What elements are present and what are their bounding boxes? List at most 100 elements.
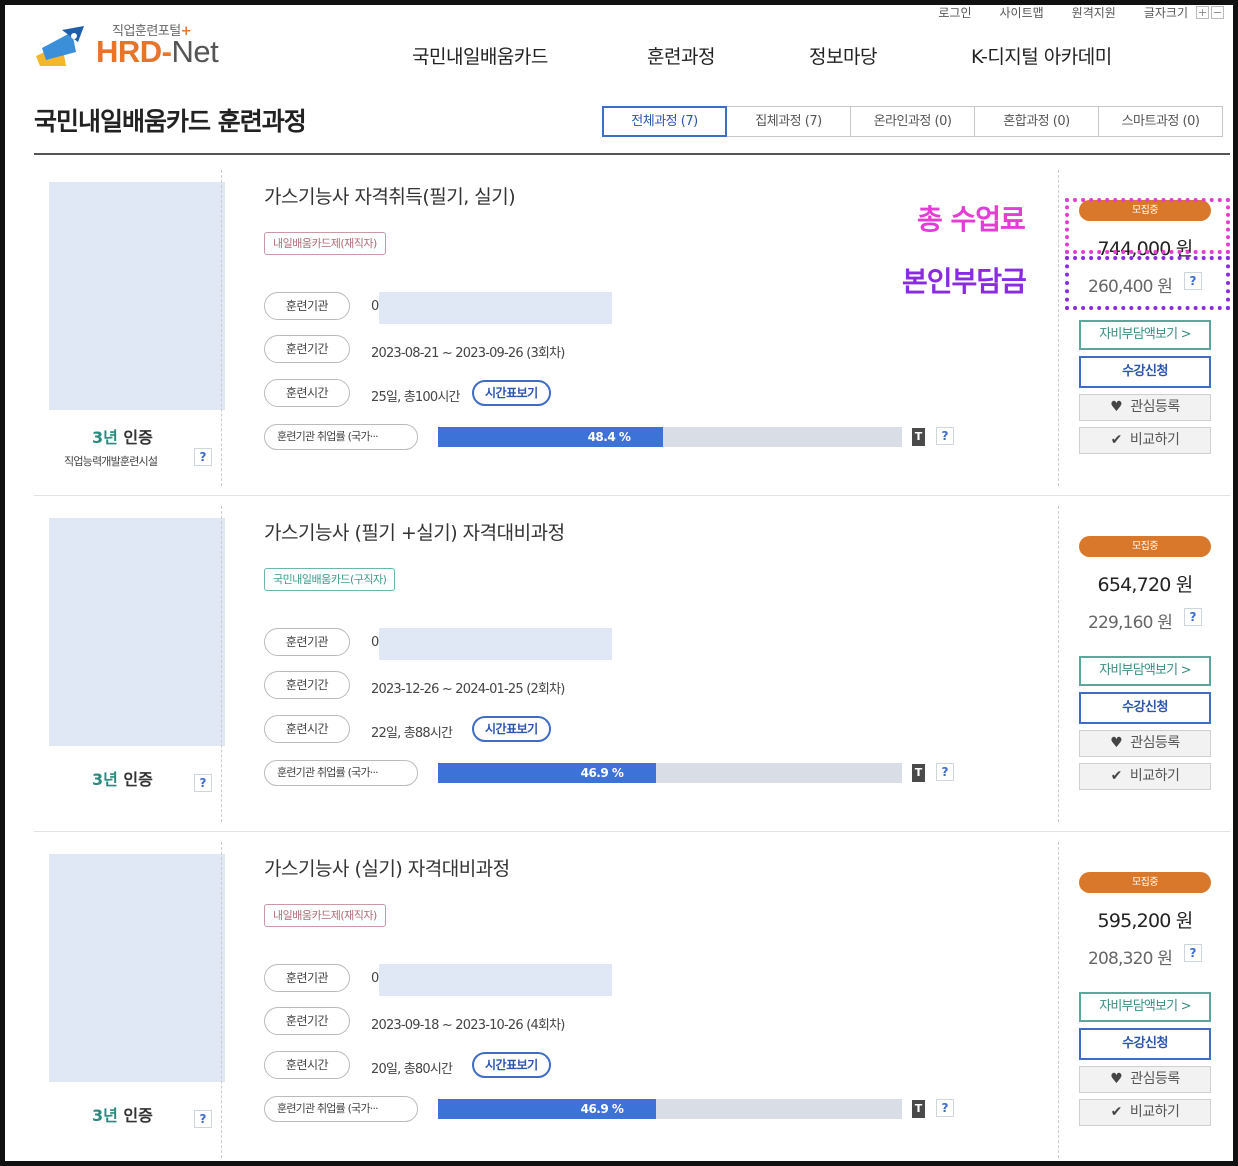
heart-icon: ♥ [1110,399,1123,415]
remote-support-link[interactable]: 원격지원 [1072,4,1116,21]
org-label: 훈련기관 [264,628,350,656]
hours-value: 25일, 총100시간 [371,390,460,405]
t-icon[interactable]: T [912,1100,925,1118]
login-link[interactable]: 로그인 [938,4,971,21]
course-thumbnail[interactable] [49,518,225,746]
tab-all[interactable]: 전체과정 (7) [602,106,727,137]
font-decrease-button[interactable]: − [1211,6,1224,19]
self-pay-detail-button[interactable]: 자비부담액보기 > [1079,320,1211,350]
course-card: 3년 인증 ? 가스기능사 (실기) 자격대비과정 내일배움카드제(재직자) 훈… [34,832,1230,1166]
org-initial: 0 [371,635,379,650]
period-value: 2023-09-18 ~ 2023-10-26 (4회차) [371,1018,565,1033]
status-badge: 모집중 [1079,536,1211,557]
self-pay-help-icon[interactable]: ? [1184,608,1202,626]
apply-button[interactable]: 수강신청 [1079,356,1211,388]
nav-k-digital[interactable]: K-디지털 아카데미 [971,42,1112,69]
compare-label: 비교하기 [1129,1104,1180,1120]
org-initial: 0 [371,299,379,314]
self-pay-detail-button[interactable]: 자비부담액보기 > [1079,656,1211,686]
check-icon: ✔ [1110,1104,1123,1120]
nav-info[interactable]: 정보마당 [809,42,877,69]
course-thumbnail[interactable] [49,854,225,1082]
tab-online[interactable]: 온라인과정 (0) [850,106,975,137]
course-title[interactable]: 가스기능사 (실기) 자격대비과정 [264,854,510,881]
tab-smart[interactable]: 스마트과정 (0) [1098,106,1223,137]
heart-icon: ♥ [1110,735,1123,751]
cert-help-icon[interactable]: ? [194,1110,212,1128]
org-name-redacted [379,292,612,324]
course-type-tabs: 전체과정 (7) 집체과정 (7) 온라인과정 (0) 혼합과정 (0) 스마트… [602,106,1223,137]
nav-card[interactable]: 국민내일배움카드 [412,42,548,69]
employment-rate-bar: 46.9 % [438,1099,902,1119]
course-thumbnail[interactable] [49,182,225,410]
utility-menu: 로그인 사이트맵 원격지원 글자크기 + − [938,4,1224,21]
apply-button[interactable]: 수강신청 [1079,692,1211,724]
column-divider [1058,170,1059,486]
employment-rate-value: 46.9 % [580,1102,624,1116]
self-pay-price: 229,160 원 [1088,613,1173,633]
wishlist-button[interactable]: ♥ 관심등록 [1079,730,1211,757]
annotation-total-fee: 총 수업료 [917,203,1026,236]
compare-label: 비교하기 [1129,768,1180,784]
compare-button[interactable]: ✔ 비교하기 [1079,763,1211,790]
t-icon[interactable]: T [912,764,925,782]
self-pay-help-icon[interactable]: ? [1184,944,1202,962]
org-label: 훈련기관 [264,292,350,320]
hours-value: 22일, 총88시간 [371,726,453,741]
period-label: 훈련기간 [264,335,350,363]
hours-value: 20일, 총80시간 [371,1062,453,1077]
org-initial: 0 [371,971,379,986]
compare-button[interactable]: ✔ 비교하기 [1079,1099,1211,1126]
org-name-redacted [379,964,612,996]
course-card: 3년 인증 직업능력개발훈련시설 ? 가스기능사 자격취득(필기, 실기) 내일… [34,160,1230,496]
employment-help-icon[interactable]: ? [936,763,954,781]
timetable-button[interactable]: 시간표보기 [472,716,551,742]
period-value: 2023-08-21 ~ 2023-09-26 (3회차) [371,346,565,361]
font-increase-button[interactable]: + [1196,6,1209,19]
cert-help-icon[interactable]: ? [194,774,212,792]
hours-label: 훈련시간 [264,715,350,743]
nav-courses[interactable]: 훈련과정 [647,42,715,69]
compare-button[interactable]: ✔ 비교하기 [1079,427,1211,454]
wishlist-label: 관심등록 [1130,1071,1180,1087]
wishlist-button[interactable]: ♥ 관심등록 [1079,1066,1211,1093]
employment-rate-value: 48.4 % [587,430,631,444]
org-label: 훈련기관 [264,964,350,992]
course-card: 3년 인증 ? 가스기능사 (필기 +실기) 자격대비과정 국민내일배움카드(구… [34,496,1230,832]
column-divider [1058,506,1059,822]
employment-rate-value: 46.9 % [580,766,624,780]
t-icon[interactable]: T [912,428,925,446]
tab-blended[interactable]: 혼합과정 (0) [974,106,1099,137]
employment-help-icon[interactable]: ? [936,427,954,445]
compare-label: 비교하기 [1129,432,1180,448]
apply-button[interactable]: 수강신청 [1079,1028,1211,1060]
wishlist-label: 관심등록 [1130,399,1180,415]
employment-rate-label: 훈련기관 취업률 (국가··· [264,1096,418,1122]
font-size-label: 글자크기 [1143,6,1188,20]
card-type-badge: 내일배움카드제(재직자) [264,232,386,255]
wishlist-label: 관심등록 [1130,735,1180,751]
course-title[interactable]: 가스기능사 자격취득(필기, 실기) [264,182,516,209]
title-divider [34,153,1230,155]
total-price: 595,200 원 [1097,910,1194,932]
employment-help-icon[interactable]: ? [936,1099,954,1117]
tab-classroom[interactable]: 집체과정 (7) [726,106,851,137]
sitemap-link[interactable]: 사이트맵 [999,4,1043,21]
employment-rate-label: 훈련기관 취업률 (국가··· [264,760,418,786]
annotation-box-total [1065,198,1230,254]
wishlist-button[interactable]: ♥ 관심등록 [1079,394,1211,421]
certification-label: 3년 인증 [92,428,153,447]
status-badge: 모집중 [1079,872,1211,893]
timetable-button[interactable]: 시간표보기 [472,1052,551,1078]
cert-help-icon[interactable]: ? [194,448,212,466]
page-title: 국민내일배움카드 훈련과정 [34,107,307,136]
heart-icon: ♥ [1110,1071,1123,1087]
employment-rate-bar: 46.9 % [438,763,902,783]
font-size-controls: + − [1196,6,1224,19]
course-title[interactable]: 가스기능사 (필기 +실기) 자격대비과정 [264,518,565,545]
self-pay-detail-button[interactable]: 자비부담액보기 > [1079,992,1211,1022]
timetable-button[interactable]: 시간표보기 [472,380,551,406]
annotation-self-pay: 본인부담금 [902,265,1027,298]
period-label: 훈련기간 [264,1007,350,1035]
annotation-box-self [1065,256,1230,310]
